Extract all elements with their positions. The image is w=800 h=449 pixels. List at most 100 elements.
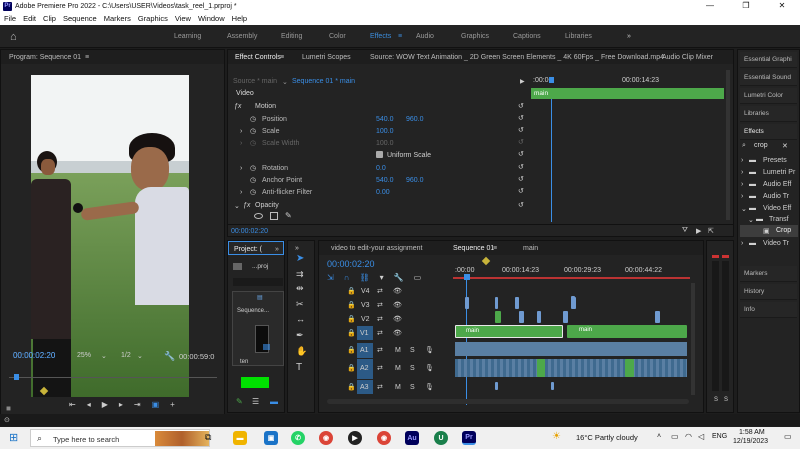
maximize-button[interactable]: ❐ [728, 0, 764, 12]
clip-v2[interactable] [495, 311, 501, 323]
clip-a3[interactable] [551, 382, 554, 390]
upwork-icon[interactable]: U [434, 431, 448, 445]
tree-chevron-icon[interactable]: › [741, 193, 743, 200]
sync-lock-icon[interactable]: ⇄ [377, 383, 383, 391]
anti-flicker-value[interactable]: 0.00 [376, 189, 390, 196]
tree-audio-transitions[interactable]: Audio Tr [763, 193, 789, 200]
reset-icon[interactable]: ↺ [518, 102, 524, 110]
tab-audio-clip-mixer[interactable]: Audio Clip Mixer [662, 54, 713, 61]
reset-icon[interactable]: ↺ [518, 201, 524, 209]
tools-more-icon[interactable]: » [295, 245, 299, 252]
program-scrubber[interactable] [9, 377, 217, 378]
clip-v3[interactable] [495, 297, 498, 309]
clip-v3[interactable] [571, 297, 576, 309]
reset-icon[interactable]: ↺ [518, 114, 524, 122]
tree-crop[interactable]: Crop [776, 227, 791, 234]
lock-icon[interactable]: 🔒 [347, 346, 356, 354]
chrome-icon-2[interactable]: ◉ [377, 431, 391, 445]
tree-chevron-icon[interactable]: › [741, 181, 743, 188]
ws-more-button[interactable]: » [627, 33, 631, 40]
ws-tab-assembly[interactable]: Assembly [227, 33, 257, 40]
clip-v3[interactable] [515, 297, 519, 309]
eye-icon[interactable]: 👁 [393, 315, 402, 323]
whatsapp-icon[interactable]: ✆ [291, 431, 305, 445]
timeline-marker-icon[interactable] [481, 256, 491, 266]
play-audio-icon[interactable]: ▶ [696, 227, 701, 235]
type-tool-icon[interactable]: T [296, 362, 302, 373]
mute-button[interactable]: M [395, 347, 401, 354]
weather-icon[interactable]: ☀ [552, 431, 561, 442]
clip-v2[interactable] [563, 311, 568, 323]
ec-play-icon[interactable]: ▶ [520, 78, 525, 85]
menu-file[interactable]: File [4, 14, 16, 23]
razor-tool-icon[interactable]: ✂ [296, 299, 304, 310]
list-view-icon[interactable]: ☰ [252, 397, 259, 406]
tl-tab-main[interactable]: main [523, 245, 538, 252]
stopwatch-icon[interactable]: ◷ [250, 139, 256, 147]
ws-tab-learning[interactable]: Learning [174, 33, 201, 40]
track-a1-label[interactable]: A1 [357, 343, 373, 358]
menu-clip[interactable]: Clip [43, 14, 56, 23]
taskbar-search-box[interactable]: ⌕ Type here to search [30, 429, 210, 447]
hand-tool-icon[interactable]: ✋ [296, 346, 307, 357]
video-frame[interactable] [31, 75, 189, 397]
sync-lock-icon[interactable]: ⇄ [377, 346, 383, 354]
in-point-icon[interactable]: ◼ [6, 405, 11, 412]
rectangle-mask-icon[interactable] [270, 212, 278, 220]
voiceover-mic-icon[interactable]: 🎙 [425, 364, 434, 372]
tl-vertical-scrollbar[interactable] [691, 283, 695, 395]
menu-view[interactable]: View [175, 14, 191, 23]
quality-chevron-icon[interactable]: ⌄ [137, 352, 143, 360]
tree-video-transitions[interactable]: Video Tr [763, 240, 789, 247]
play-icon[interactable]: ▶ [102, 400, 108, 412]
panel-more-icon[interactable]: » [275, 246, 279, 253]
tree-chevron-icon[interactable]: ⌄ [741, 205, 747, 213]
tree-transform[interactable]: Transf [769, 216, 789, 223]
source-chevron-icon[interactable]: ⌄ [282, 78, 288, 86]
mute-button[interactable]: M [395, 384, 401, 391]
clip-v2[interactable] [537, 311, 541, 323]
voiceover-mic-icon[interactable]: 🎙 [425, 383, 434, 391]
tab-lumetri-scopes[interactable]: Lumetri Scopes [302, 54, 351, 61]
clip-a1-audio[interactable] [455, 342, 687, 356]
windows-start-icon[interactable]: ⊞ [9, 431, 18, 444]
step-back-icon[interactable]: ◂ [87, 400, 91, 412]
media-player-icon[interactable]: ▶ [348, 431, 362, 445]
tab-source[interactable]: Source: WOW Text Animation _ 2D Green Sc… [370, 54, 664, 61]
clock-date[interactable]: 12/19/2023 [733, 438, 768, 445]
tl-tab-menu-icon[interactable]: ≡ [493, 245, 497, 252]
uniform-scale-checkbox[interactable] [376, 151, 383, 158]
eye-icon[interactable]: 👁 [393, 287, 402, 295]
tl-tab-video-to-edit[interactable]: video to edit-your assignment [331, 245, 422, 252]
solo-button[interactable]: S [410, 365, 415, 372]
task-view-icon[interactable]: ⧉ [205, 432, 211, 443]
program-timecode-display[interactable]: 00:00:02:20 [13, 351, 55, 360]
voiceover-mic-icon[interactable]: 🎙 [425, 346, 434, 354]
clip-v2[interactable] [519, 311, 524, 323]
add-button-icon[interactable]: + [170, 400, 175, 412]
captions-icon[interactable]: ▭ [414, 273, 422, 283]
tray-chevron-icon[interactable]: ˄ [657, 433, 661, 440]
clear-search-icon[interactable]: ✕ [782, 142, 788, 150]
sync-lock-icon[interactable]: ⇄ [377, 364, 383, 372]
scale-width-value[interactable]: 100.0 [376, 140, 394, 147]
tl-playhead[interactable] [464, 274, 470, 280]
clip-v1-main[interactable]: main [455, 325, 563, 338]
track-a2-label[interactable]: A2 [357, 359, 373, 379]
lock-icon[interactable]: 🔒 [347, 329, 356, 337]
zoom-chevron-icon[interactable]: ⌄ [101, 352, 107, 360]
position-x-value[interactable]: 540.0 [376, 116, 394, 123]
ec-scrollbar[interactable] [726, 70, 730, 220]
reset-icon[interactable]: ↺ [518, 138, 524, 146]
tree-video-effects[interactable]: Video Eff [763, 205, 791, 212]
stopwatch-icon[interactable]: ◷ [250, 176, 256, 184]
program-menu-icon[interactable]: ≡ [85, 54, 89, 61]
panel-effects[interactable]: Effects [740, 124, 797, 140]
anchor-x-value[interactable]: 540.0 [376, 177, 394, 184]
filter-icon[interactable]: ⛛ [682, 227, 688, 235]
panel-info[interactable]: Info [740, 302, 797, 318]
export-frame-icon[interactable]: ▣ [152, 400, 160, 412]
clip-v1-main-2[interactable]: main [567, 325, 687, 338]
project-search[interactable] [233, 278, 283, 286]
project-item[interactable]: ▤ Sequence... [232, 291, 284, 366]
